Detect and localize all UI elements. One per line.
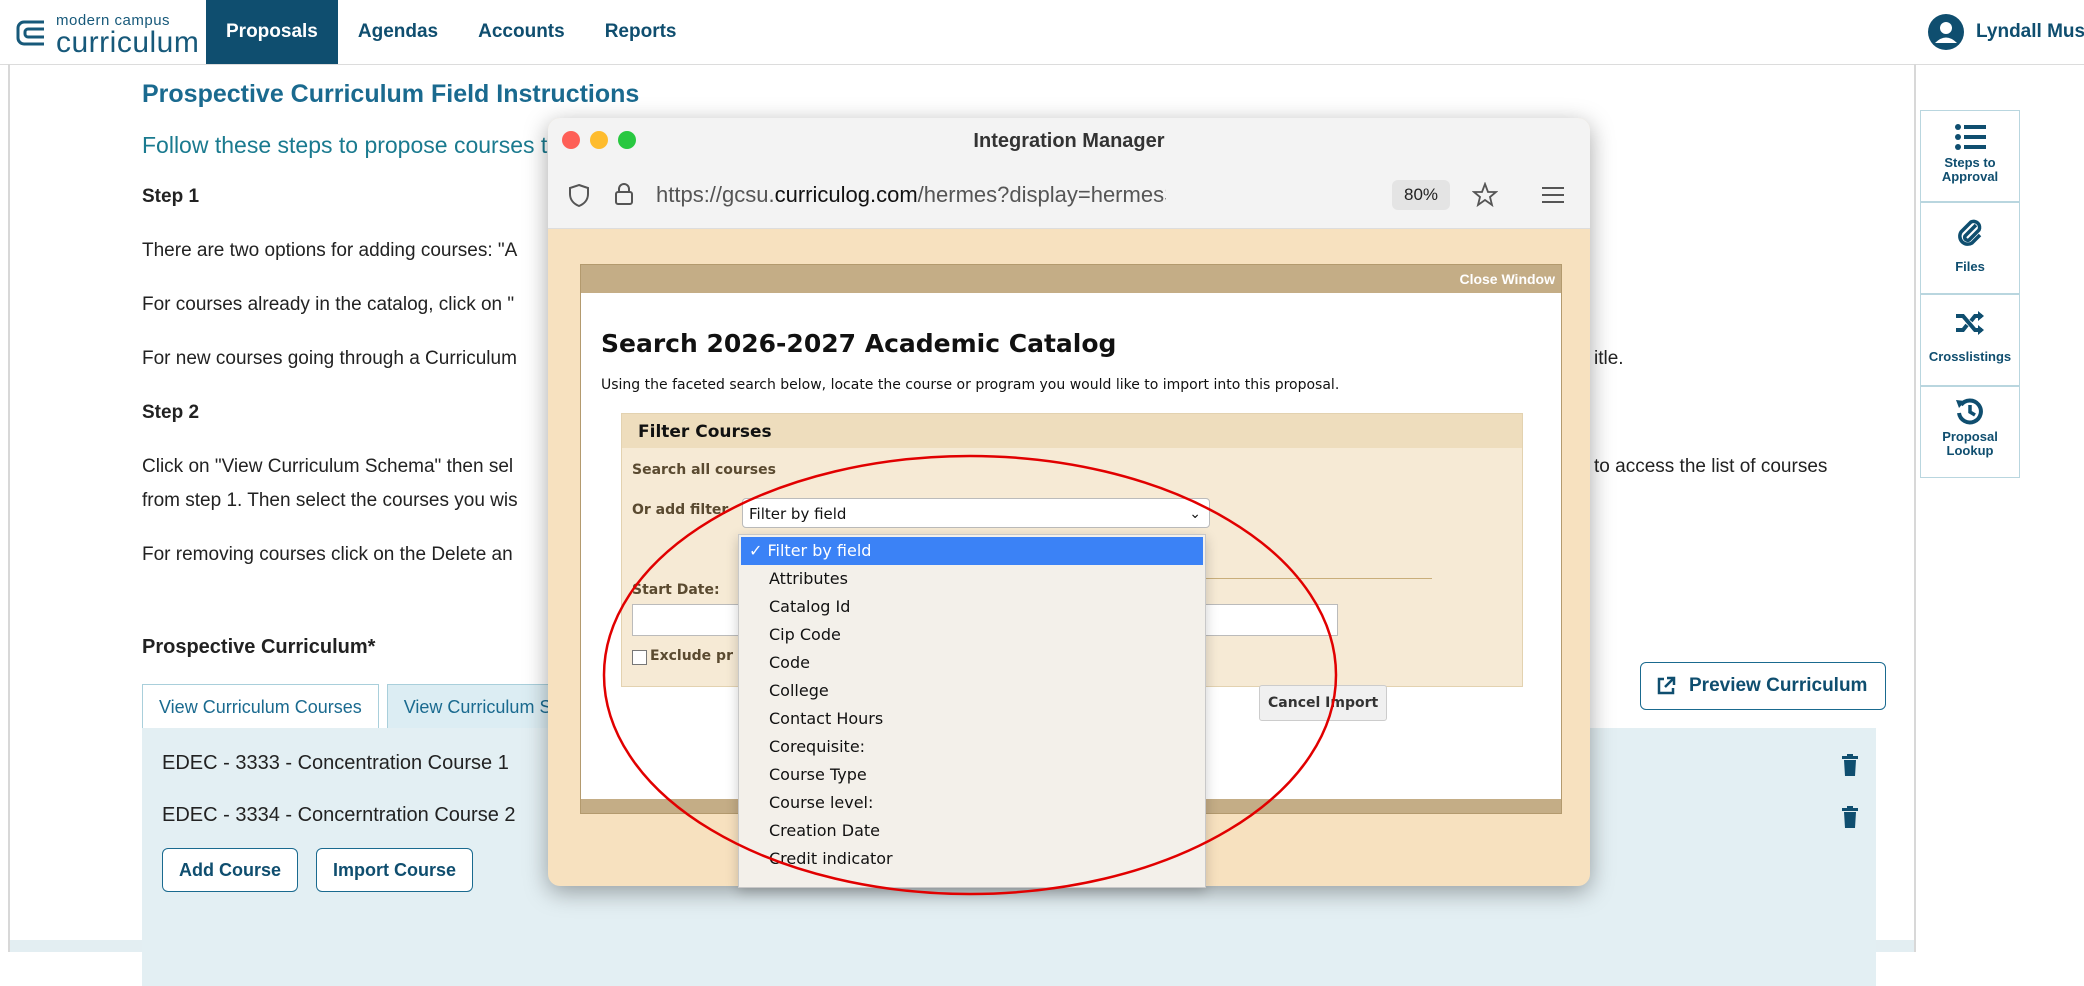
import-course-button[interactable]: Import Course — [316, 848, 474, 892]
dropdown-option[interactable]: Course level: — [741, 789, 1203, 817]
start-date-label: Start Date: — [632, 582, 720, 598]
instructions-paragraph: For new courses going through a Curricul… — [142, 348, 517, 369]
preview-curriculum-label: Preview Curriculum — [1689, 675, 1868, 696]
logo-mark-icon — [16, 20, 44, 46]
close-window-link[interactable]: Close Window — [1459, 271, 1555, 287]
main-nav: Proposals Agendas Accounts Reports — [206, 0, 697, 64]
cancel-import-button[interactable]: Cancel Import — [1259, 685, 1388, 721]
step-1-heading: Step 1 — [142, 186, 200, 207]
preview-curriculum-button[interactable]: Preview Curriculum — [1640, 662, 1887, 710]
nav-agendas[interactable]: Agendas — [338, 0, 458, 64]
shield-icon[interactable] — [568, 183, 590, 207]
filter-title: Filter Courses — [638, 422, 772, 442]
sidebar-item-label: Files — [1955, 259, 1985, 274]
hamburger-menu-icon[interactable] — [1542, 185, 1564, 205]
instructions-paragraph-end: to access the list of courses — [1594, 456, 1828, 477]
list-icon — [1955, 124, 1986, 150]
dropdown-option[interactable]: Attributes — [741, 565, 1203, 593]
logo-big-text: curriculum — [56, 26, 200, 59]
trash-icon[interactable] — [1842, 806, 1858, 828]
url-domain: curriculog.com — [774, 182, 918, 207]
nav-accounts[interactable]: Accounts — [458, 0, 585, 64]
exclude-checkbox[interactable] — [632, 650, 647, 665]
dropdown-option-selected[interactable]: ✓ Filter by field — [741, 537, 1203, 565]
page-frame-left — [8, 64, 10, 952]
sidebar-item-label: Steps to Approval — [1941, 155, 1999, 184]
external-link-icon — [1657, 676, 1676, 695]
dropdown-option[interactable]: Code — [741, 649, 1203, 677]
window-titlebar[interactable]: Integration Manager — [548, 118, 1590, 162]
nav-proposals[interactable]: Proposals — [206, 0, 338, 64]
trash-icon[interactable] — [1842, 754, 1858, 776]
lock-icon[interactable] — [614, 182, 634, 206]
dialog-header: Close Window — [581, 265, 1561, 293]
user-menu[interactable]: Lyndall Muse — [1928, 12, 2084, 52]
list-item: EDEC - 3334 - Concerntration Course 2 — [162, 804, 516, 826]
page-title: Prospective Curriculum Field Instruction… — [142, 80, 640, 108]
sidebar-item-crosslistings[interactable]: Crosslistings — [1920, 294, 2020, 386]
tab-view-curriculum-courses[interactable]: View Curriculum Courses — [142, 684, 379, 729]
paperclip-icon — [1958, 219, 1982, 246]
user-avatar-icon — [1928, 14, 1964, 50]
step-2-heading: Step 2 — [142, 402, 200, 423]
instructions-paragraph: There are two options for adding courses… — [142, 240, 518, 261]
dropdown-option[interactable]: Catalog Id — [741, 593, 1203, 621]
zoom-level[interactable]: 80% — [1392, 180, 1450, 210]
sidebar-item-steps-to-approval[interactable]: Steps to Approval — [1920, 110, 2020, 202]
dropdown-option[interactable]: Course Type — [741, 761, 1203, 789]
dropdown-option[interactable]: College — [741, 677, 1203, 705]
modern-campus-logo[interactable]: modern campus curriculum — [14, 12, 204, 59]
add-filter-label: Or add filter — [632, 502, 729, 518]
filter-field-select[interactable]: Filter by field ⌄ — [742, 498, 1210, 528]
instructions-paragraph: For removing courses click on the Delete… — [142, 544, 513, 565]
add-course-button[interactable]: Add Course — [162, 848, 299, 892]
url-prefix: https://gcsu. — [656, 182, 775, 207]
shuffle-icon — [1956, 311, 1984, 335]
instructions-subtitle: Follow these steps to propose courses to — [142, 132, 561, 158]
star-icon[interactable] — [1472, 182, 1498, 208]
history-icon — [1956, 398, 1983, 425]
dropdown-option[interactable]: Contact Hours — [741, 705, 1203, 733]
dialog-title: Search 2026-2027 Academic Catalog — [601, 329, 1117, 358]
instructions-paragraph: For courses already in the catalog, clic… — [142, 294, 515, 315]
sidebar-item-label: Crosslistings — [1928, 349, 2012, 364]
start-date-input[interactable] — [632, 604, 744, 636]
dropdown-option[interactable]: Cip Code — [741, 621, 1203, 649]
url-text[interactable]: https://gcsu.curriculog.com/hermes?displ… — [656, 182, 1166, 208]
url-rest: /hermes?display=hermesSearch&method — [917, 182, 1166, 207]
nav-reports[interactable]: Reports — [585, 0, 697, 64]
dropdown-option[interactable]: Corequisite: — [741, 733, 1203, 761]
select-value: Filter by field — [749, 505, 847, 523]
sidebar-item-files[interactable]: Files — [1920, 202, 2020, 294]
sidebar-item-proposal-lookup[interactable]: Proposal Lookup — [1920, 386, 2020, 478]
search-all-courses-link[interactable]: Search all courses — [632, 462, 776, 478]
instructions-paragraph-end: itle. — [1594, 348, 1624, 369]
exclude-label: Exclude pr — [650, 648, 733, 664]
chevron-down-icon: ⌄ — [1189, 506, 1201, 522]
filter-header: Filter Courses — [622, 414, 1522, 448]
instructions-paragraph: from step 1. Then select the courses you… — [142, 490, 518, 511]
url-bar: https://gcsu.curriculog.com/hermes?displ… — [548, 162, 1590, 229]
instructions-paragraph: Click on "View Curriculum Schema" then s… — [142, 456, 514, 477]
list-item: EDEC - 3333 - Concentration Course 1 — [162, 752, 509, 774]
tab-view-curriculum-schema[interactable]: View Curriculum S — [386, 684, 569, 729]
dialog-description: Using the faceted search below, locate t… — [601, 377, 1340, 393]
window-title: Integration Manager — [973, 130, 1165, 152]
end-date-input[interactable] — [1202, 604, 1338, 636]
sidebar-item-label: Proposal Lookup — [1942, 429, 1998, 458]
page-frame-right — [1914, 64, 1916, 952]
filter-field-dropdown: ✓ Filter by field Attributes Catalog Id … — [738, 534, 1206, 888]
prospective-curriculum-label: Prospective Curriculum* — [142, 636, 376, 658]
user-name: Lyndall Muse — [1976, 21, 2084, 42]
dropdown-option[interactable]: Creation Date — [741, 817, 1203, 845]
curriculum-tabs: View Curriculum Courses View Curriculum … — [142, 684, 576, 729]
dropdown-option[interactable]: Credit indicator — [741, 845, 1203, 873]
top-navigation-bar: modern campus curriculum Proposals Agend… — [0, 0, 2084, 65]
